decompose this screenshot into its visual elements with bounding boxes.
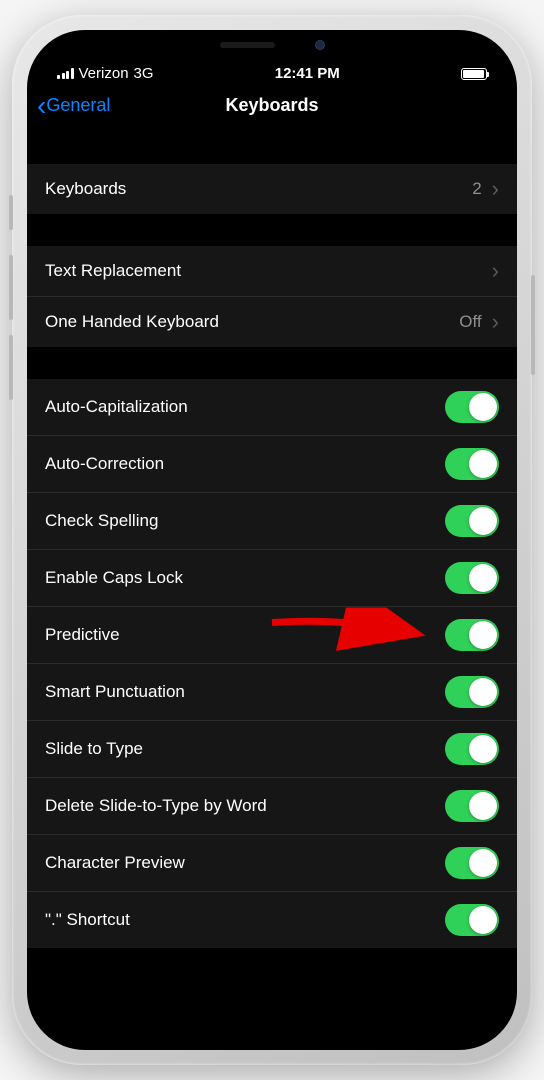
smart-punctuation-toggle[interactable] bbox=[445, 676, 499, 708]
period-shortcut-row: "." Shortcut bbox=[27, 892, 517, 948]
page-title: Keyboards bbox=[225, 95, 318, 116]
speaker-grille bbox=[220, 42, 275, 48]
text-replacement-row[interactable]: Text Replacement › bbox=[27, 246, 517, 297]
keyboards-label: Keyboards bbox=[45, 179, 126, 199]
slide-to-type-row: Slide to Type bbox=[27, 721, 517, 778]
carrier-label: Verizon bbox=[79, 65, 129, 82]
status-right bbox=[461, 68, 487, 80]
text-replacement-label: Text Replacement bbox=[45, 261, 181, 281]
enable-caps-lock-label: Enable Caps Lock bbox=[45, 568, 183, 588]
clock: 12:41 PM bbox=[275, 65, 340, 82]
volume-down-button bbox=[9, 335, 13, 400]
section-keyboards: Keyboards 2 › bbox=[27, 164, 517, 214]
auto-capitalization-toggle[interactable] bbox=[445, 391, 499, 423]
smart-punctuation-label: Smart Punctuation bbox=[45, 682, 185, 702]
auto-correction-row: Auto-Correction bbox=[27, 436, 517, 493]
auto-correction-toggle[interactable] bbox=[445, 448, 499, 480]
character-preview-row: Character Preview bbox=[27, 835, 517, 892]
auto-capitalization-label: Auto-Capitalization bbox=[45, 397, 188, 417]
one-handed-row[interactable]: One Handed Keyboard Off › bbox=[27, 297, 517, 347]
section-text-options: Text Replacement › One Handed Keyboard O… bbox=[27, 246, 517, 347]
enable-caps-lock-row: Enable Caps Lock bbox=[27, 550, 517, 607]
period-shortcut-label: "." Shortcut bbox=[45, 910, 130, 930]
predictive-row: Predictive bbox=[27, 607, 517, 664]
keyboards-row[interactable]: Keyboards 2 › bbox=[27, 164, 517, 214]
check-spelling-toggle[interactable] bbox=[445, 505, 499, 537]
phone-bezel: Verizon 3G 12:41 PM ‹ General Keyboards bbox=[27, 30, 517, 1050]
delete-slide-row: Delete Slide-to-Type by Word bbox=[27, 778, 517, 835]
chevron-right-icon: › bbox=[492, 176, 499, 202]
delete-slide-label: Delete Slide-to-Type by Word bbox=[45, 796, 267, 816]
screen: Verizon 3G 12:41 PM ‹ General Keyboards bbox=[27, 30, 517, 1050]
predictive-toggle[interactable] bbox=[445, 619, 499, 651]
delete-slide-toggle[interactable] bbox=[445, 790, 499, 822]
period-shortcut-toggle[interactable] bbox=[445, 904, 499, 936]
auto-correction-label: Auto-Correction bbox=[45, 454, 164, 474]
back-label: General bbox=[46, 95, 110, 116]
slide-to-type-label: Slide to Type bbox=[45, 739, 143, 759]
character-preview-toggle[interactable] bbox=[445, 847, 499, 879]
one-handed-value: Off bbox=[459, 312, 481, 332]
network-label: 3G bbox=[134, 65, 154, 82]
navigation-bar: ‹ General Keyboards bbox=[27, 87, 517, 130]
character-preview-label: Character Preview bbox=[45, 853, 185, 873]
chevron-right-icon: › bbox=[492, 258, 499, 284]
volume-up-button bbox=[9, 255, 13, 320]
mute-switch bbox=[9, 195, 13, 230]
check-spelling-label: Check Spelling bbox=[45, 511, 158, 531]
one-handed-label: One Handed Keyboard bbox=[45, 312, 219, 332]
front-camera bbox=[315, 40, 325, 50]
signal-icon bbox=[57, 68, 74, 79]
keyboards-count: 2 bbox=[472, 179, 481, 199]
phone-frame: Verizon 3G 12:41 PM ‹ General Keyboards bbox=[12, 15, 532, 1065]
power-button bbox=[531, 275, 535, 375]
battery-icon bbox=[461, 68, 487, 80]
annotation-arrow-icon bbox=[267, 608, 427, 663]
check-spelling-row: Check Spelling bbox=[27, 493, 517, 550]
notch bbox=[167, 30, 377, 60]
smart-punctuation-row: Smart Punctuation bbox=[27, 664, 517, 721]
slide-to-type-toggle[interactable] bbox=[445, 733, 499, 765]
back-button[interactable]: ‹ General bbox=[37, 92, 110, 120]
section-toggles: Auto-Capitalization Auto-Correction Chec… bbox=[27, 379, 517, 948]
chevron-right-icon: › bbox=[492, 309, 499, 335]
auto-capitalization-row: Auto-Capitalization bbox=[27, 379, 517, 436]
enable-caps-lock-toggle[interactable] bbox=[445, 562, 499, 594]
predictive-label: Predictive bbox=[45, 625, 120, 645]
chevron-left-icon: ‹ bbox=[37, 92, 46, 120]
content[interactable]: Keyboards 2 › Text Replacement › bbox=[27, 130, 517, 1050]
status-left: Verizon 3G bbox=[57, 65, 154, 82]
